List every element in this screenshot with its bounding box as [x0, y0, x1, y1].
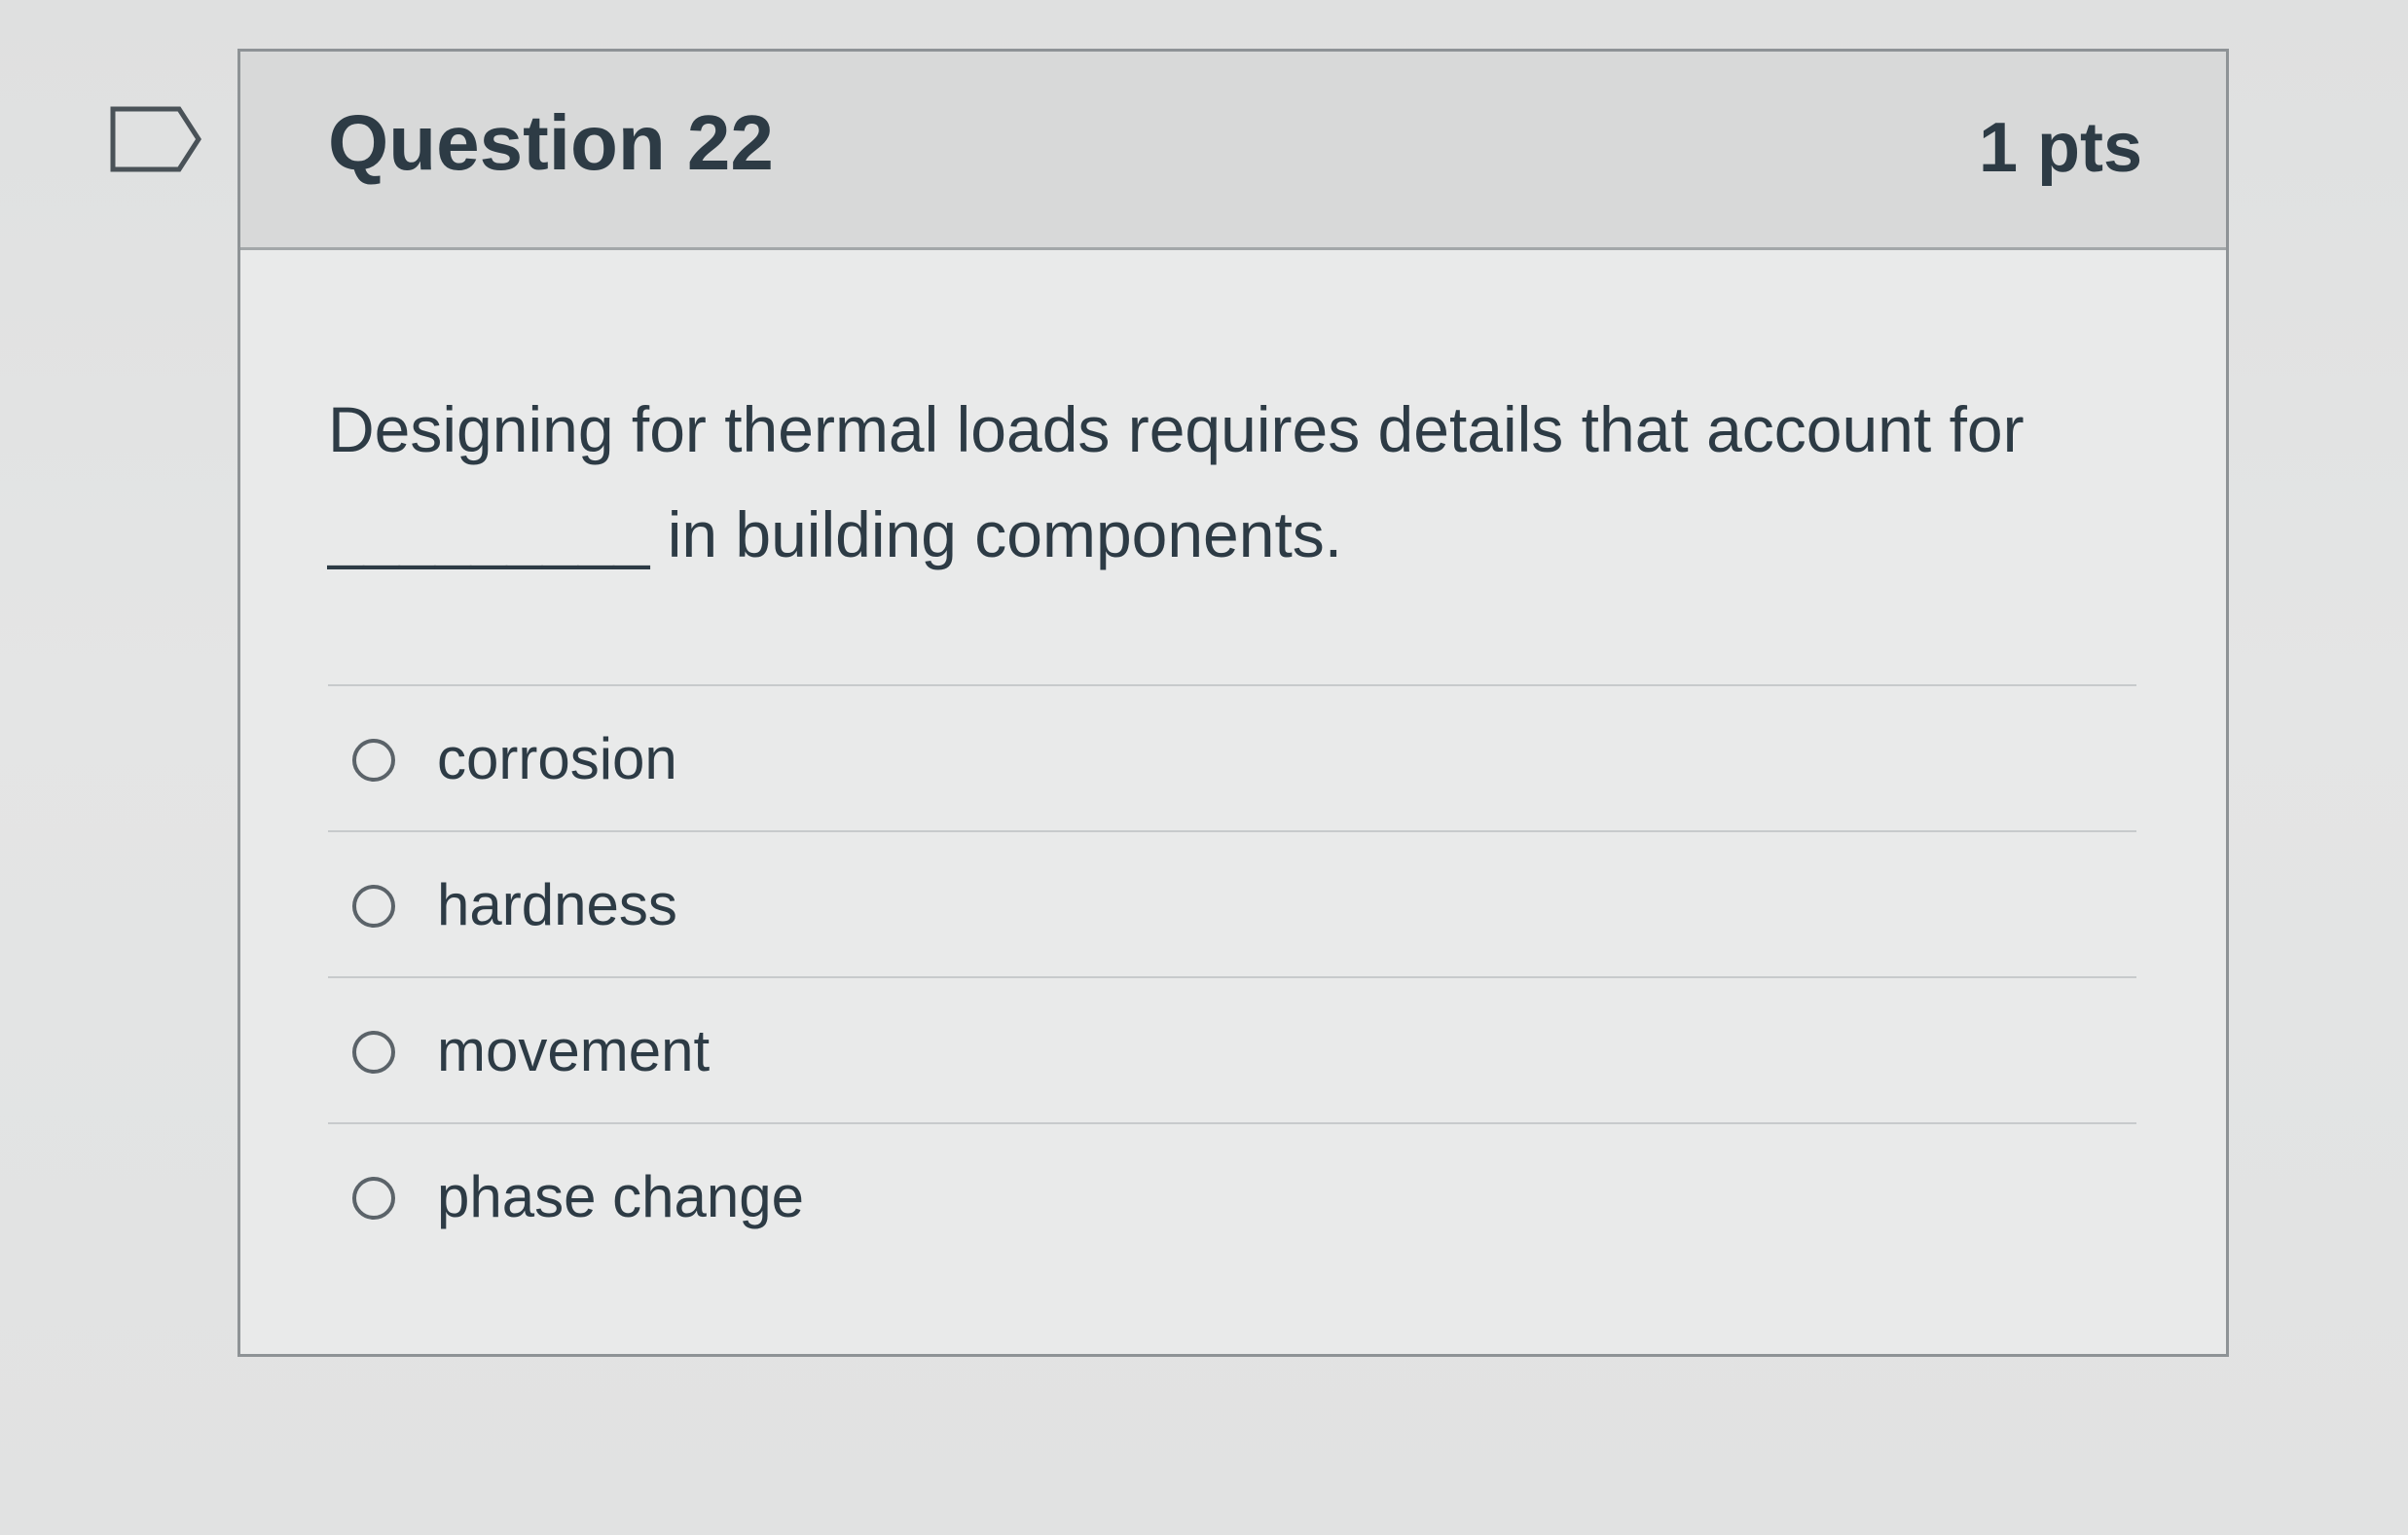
radio-button[interactable]: [352, 885, 395, 928]
radio-button[interactable]: [352, 1031, 395, 1074]
radio-button[interactable]: [352, 1177, 395, 1220]
answer-option-corrosion[interactable]: corrosion: [328, 684, 2136, 830]
question-text-line-2: _________ in building components.: [328, 498, 1343, 570]
answer-option-movement[interactable]: movement: [328, 976, 2136, 1122]
question-header: Question 22 1 pts: [240, 52, 2226, 250]
question-title: Question 22: [328, 99, 774, 186]
answer-label[interactable]: movement: [437, 1017, 710, 1085]
answer-label[interactable]: corrosion: [437, 725, 677, 793]
answer-option-hardness[interactable]: hardness: [328, 830, 2136, 976]
question-points: 1 pts: [1978, 109, 2142, 187]
flag-question-icon[interactable]: [109, 105, 202, 173]
answer-list: corrosion hardness movement phase change: [328, 684, 2136, 1268]
question-card: Question 22 1 pts Designing for thermal …: [237, 49, 2229, 1357]
answer-label[interactable]: phase change: [437, 1163, 804, 1231]
answer-option-phase-change[interactable]: phase change: [328, 1122, 2136, 1268]
question-text-line-1: Designing for thermal loads requires det…: [328, 393, 2025, 465]
radio-button[interactable]: [352, 739, 395, 782]
answer-label[interactable]: hardness: [437, 871, 677, 939]
question-text: Designing for thermal loads requires det…: [328, 377, 2158, 587]
